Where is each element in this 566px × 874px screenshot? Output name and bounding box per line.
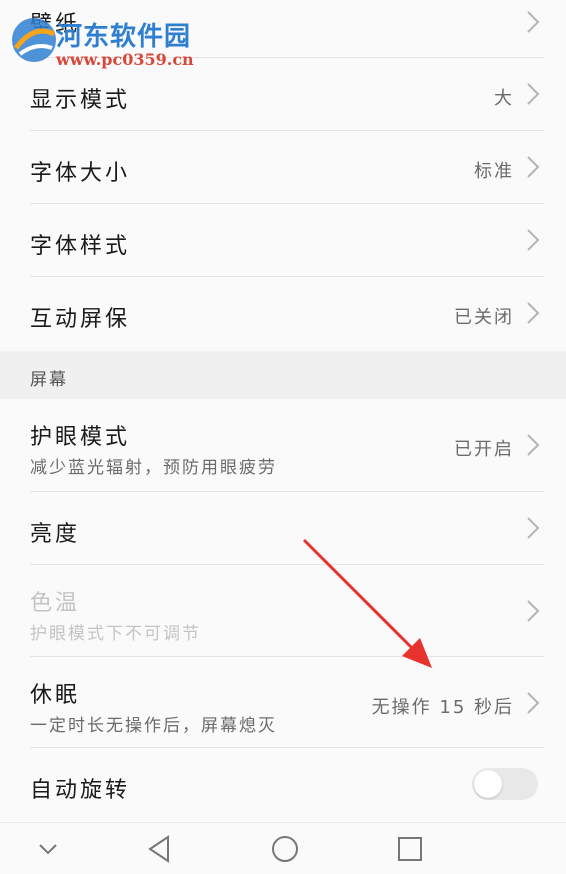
auto-rotate-toggle[interactable] bbox=[472, 768, 538, 800]
row-eye-comfort-title: 护眼模式 bbox=[30, 425, 131, 450]
row-sleep-subtitle: 一定时长无操作后，屏幕熄灭 bbox=[30, 716, 277, 736]
watermark-site-name: 河东软件园 bbox=[56, 22, 192, 52]
row-font-size[interactable]: 字体大小 标准 bbox=[0, 131, 566, 204]
row-eye-comfort-value: 已开启 bbox=[454, 439, 514, 460]
row-brightness-title: 亮度 bbox=[30, 522, 81, 547]
row-interactive-screensaver-value: 已关闭 bbox=[454, 307, 514, 328]
row-eye-comfort-subtitle: 减少蓝光辐射，预防用眼疲劳 bbox=[30, 458, 277, 478]
home-circle-icon[interactable] bbox=[265, 829, 305, 869]
row-interactive-screensaver[interactable]: 互动屏保 已关闭 bbox=[0, 277, 566, 351]
watermark-url: www.pc0359.cn bbox=[56, 50, 194, 69]
row-auto-rotate-title: 自动旋转 bbox=[30, 778, 131, 803]
section-header-screen: 屏幕 bbox=[0, 351, 566, 399]
row-interactive-screensaver-title: 互动屏保 bbox=[30, 307, 131, 332]
watermark: 河东软件园 www.pc0359.cn bbox=[4, 6, 234, 69]
chevron-right-icon bbox=[527, 517, 540, 539]
row-font-size-title: 字体大小 bbox=[30, 161, 131, 186]
chevron-right-icon bbox=[527, 600, 540, 622]
chevron-right-icon bbox=[527, 692, 540, 714]
row-auto-rotate: 自动旋转 bbox=[0, 748, 566, 822]
back-triangle-icon[interactable] bbox=[140, 829, 180, 869]
row-display-mode-value: 大 bbox=[494, 88, 514, 109]
section-header-screen-label: 屏幕 bbox=[30, 370, 68, 390]
chevron-right-icon bbox=[527, 11, 540, 33]
navigation-bar bbox=[0, 822, 566, 874]
row-sleep-value: 无操作 15 秒后 bbox=[371, 697, 514, 718]
chevron-right-icon bbox=[527, 83, 540, 105]
chevron-right-icon bbox=[527, 156, 540, 178]
row-color-temperature-title: 色温 bbox=[30, 591, 81, 616]
chevron-right-icon bbox=[527, 434, 540, 456]
chevron-right-icon bbox=[527, 302, 540, 324]
toggle-knob bbox=[474, 770, 502, 798]
chevron-down-icon[interactable] bbox=[28, 829, 68, 869]
row-font-style-title: 字体样式 bbox=[30, 234, 131, 259]
recents-square-icon[interactable] bbox=[390, 829, 430, 869]
row-color-temperature: 色温 护眼模式下不可调节 bbox=[0, 565, 566, 657]
row-sleep[interactable]: 休眠 一定时长无操作后，屏幕熄灭 无操作 15 秒后 bbox=[0, 657, 566, 748]
row-brightness[interactable]: 亮度 bbox=[0, 492, 566, 565]
row-font-size-value: 标准 bbox=[474, 161, 514, 182]
row-color-temperature-subtitle: 护眼模式下不可调节 bbox=[30, 624, 201, 644]
watermark-logo-icon bbox=[12, 18, 56, 62]
row-font-style[interactable]: 字体样式 bbox=[0, 204, 566, 277]
row-sleep-title: 休眠 bbox=[30, 683, 81, 708]
row-eye-comfort[interactable]: 护眼模式 减少蓝光辐射，预防用眼疲劳 已开启 bbox=[0, 399, 566, 492]
row-display-mode-title: 显示模式 bbox=[30, 88, 131, 113]
chevron-right-icon bbox=[527, 229, 540, 251]
